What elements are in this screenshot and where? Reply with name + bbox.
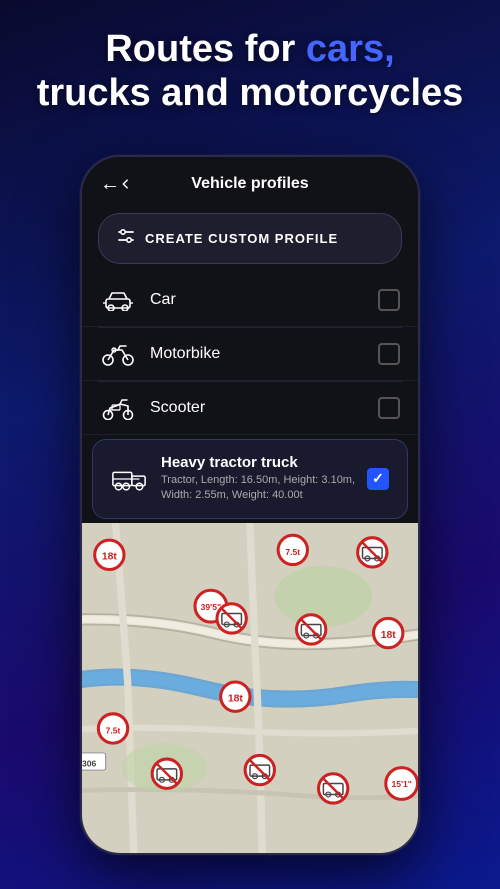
create-custom-profile-button[interactable]: CREATE CUSTOM PROFILE	[98, 213, 402, 264]
car-icon	[100, 288, 136, 312]
motorbike-svg-icon	[100, 342, 136, 366]
header-line1: Routes for cars,	[105, 28, 394, 70]
nav-title: Vehicle profiles	[191, 175, 308, 193]
header-highlight: cars,	[306, 28, 395, 70]
scooter-profile-item[interactable]: Scooter	[82, 382, 418, 435]
truck-svg-icon	[111, 466, 147, 492]
truck-info: Heavy tractor truck Tractor, Length: 16.…	[161, 454, 367, 504]
svg-text:15'1": 15'1"	[391, 779, 411, 789]
sliders-svg-icon	[117, 227, 135, 245]
motorbike-icon	[100, 342, 136, 366]
scooter-svg-icon	[100, 396, 136, 420]
truck-icon	[111, 467, 147, 491]
svg-text:18t: 18t	[381, 630, 397, 641]
truck-checkbox[interactable]	[367, 468, 389, 490]
scooter-label: Scooter	[150, 399, 378, 417]
phone-mockup: Vehicle profiles CREATE CUSTOM PROFILE	[80, 155, 420, 855]
scooter-checkbox[interactable]	[378, 397, 400, 419]
svg-text:18t: 18t	[228, 693, 244, 704]
phone-inner: Vehicle profiles CREATE CUSTOM PROFILE	[82, 157, 418, 853]
motorbike-profile-item[interactable]: Motorbike	[82, 328, 418, 381]
nav-bar: Vehicle profiles	[82, 157, 418, 207]
truck-sublabel: Tractor, Length: 16.50m, Height: 3.10m, …	[161, 473, 367, 504]
motorbike-label: Motorbike	[150, 345, 378, 363]
svg-text:7.5t: 7.5t	[285, 547, 300, 557]
motorbike-checkbox[interactable]	[378, 343, 400, 365]
svg-text:7.5t: 7.5t	[106, 725, 121, 735]
header-title: Routes for cars, trucks and motorcycles	[0, 28, 500, 115]
truck-profile-item[interactable]: Heavy tractor truck Tractor, Length: 16.…	[92, 439, 408, 519]
back-button[interactable]	[100, 169, 130, 199]
car-label: Car	[150, 291, 378, 309]
svg-text:B306: B306	[82, 758, 97, 768]
svg-text:18t: 18t	[102, 551, 118, 562]
sliders-icon	[117, 227, 135, 250]
map-svg: B306 18t 7.5t 39'5"	[82, 523, 418, 853]
car-svg-icon	[101, 289, 135, 311]
back-icon	[120, 175, 130, 193]
truck-label: Heavy tractor truck	[161, 454, 367, 471]
car-profile-item[interactable]: Car	[82, 274, 418, 327]
scooter-icon	[100, 396, 136, 420]
header-line2: trucks and motorcycles	[37, 72, 464, 114]
create-profile-label: CREATE CUSTOM PROFILE	[145, 231, 338, 246]
car-checkbox[interactable]	[378, 289, 400, 311]
map-area: B306 18t 7.5t 39'5"	[82, 523, 418, 853]
